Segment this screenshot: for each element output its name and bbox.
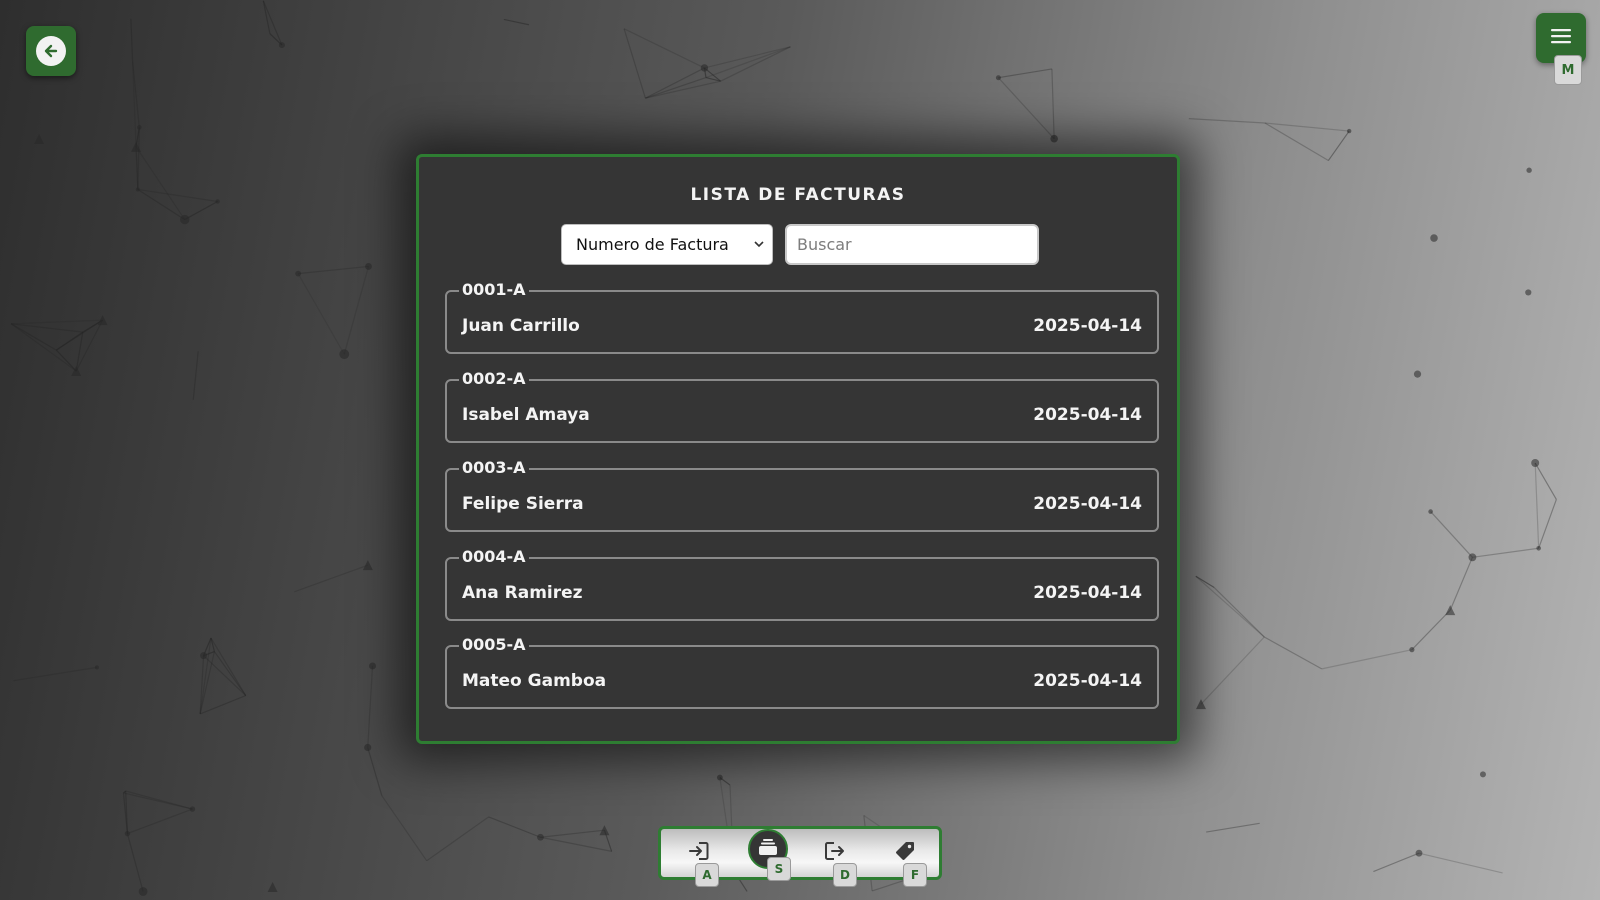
invoice-card[interactable]: 0004-A Ana Ramirez 2025-04-14 xyxy=(445,546,1159,621)
chevron-down-icon xyxy=(754,238,764,251)
invoice-card[interactable]: 0005-A Mateo Gamboa 2025-04-14 xyxy=(445,634,1159,709)
back-button[interactable] xyxy=(26,26,76,76)
logout-icon xyxy=(825,842,845,864)
invoice-date: 2025-04-14 xyxy=(1033,494,1142,514)
invoice-date: 2025-04-14 xyxy=(1033,316,1142,336)
tag-icon xyxy=(895,841,915,865)
invoice-card[interactable]: 0002-A Isabel Amaya 2025-04-14 xyxy=(445,368,1159,443)
invoice-list-panel: LISTA DE FACTURAS Numero de Factura 0001… xyxy=(416,154,1180,744)
invoice-date: 2025-04-14 xyxy=(1033,583,1142,603)
nav-shortcut-badge: D xyxy=(833,863,857,887)
invoice-number: 0003-A xyxy=(459,457,529,479)
invoice-number: 0005-A xyxy=(459,634,529,656)
invoice-client: Isabel Amaya xyxy=(462,405,590,425)
nav-shortcut-badge: A xyxy=(695,863,719,887)
nav-shortcut-badge: F xyxy=(903,863,927,887)
invoice-client: Felipe Sierra xyxy=(462,494,584,514)
invoice-card[interactable]: 0003-A Felipe Sierra 2025-04-14 xyxy=(445,457,1159,532)
invoice-date: 2025-04-14 xyxy=(1033,405,1142,425)
filter-select-value: Numero de Factura xyxy=(576,235,729,254)
arrow-left-icon xyxy=(36,36,66,66)
invoice-number: 0002-A xyxy=(459,368,529,390)
login-icon xyxy=(689,842,709,864)
invoice-number: 0001-A xyxy=(459,279,529,301)
invoice-client: Mateo Gamboa xyxy=(462,671,607,691)
invoice-number: 0004-A xyxy=(459,546,529,568)
invoice-card[interactable]: 0001-A Juan Carrillo 2025-04-14 xyxy=(445,279,1159,354)
invoice-client: Juan Carrillo xyxy=(462,316,580,336)
invoice-date: 2025-04-14 xyxy=(1033,671,1142,691)
menu-shortcut-badge: M xyxy=(1554,55,1582,85)
search-input[interactable] xyxy=(785,224,1039,265)
bottom-nav-bar: A S D F xyxy=(658,826,942,887)
hamburger-menu-icon xyxy=(1550,27,1572,49)
invoice-client: Ana Ramirez xyxy=(462,583,583,603)
nav-shortcut-badge: S xyxy=(767,857,791,881)
filter-row: Numero de Factura xyxy=(561,224,1039,265)
filter-field-select[interactable]: Numero de Factura xyxy=(561,224,773,265)
page-title: LISTA DE FACTURAS xyxy=(690,185,906,205)
